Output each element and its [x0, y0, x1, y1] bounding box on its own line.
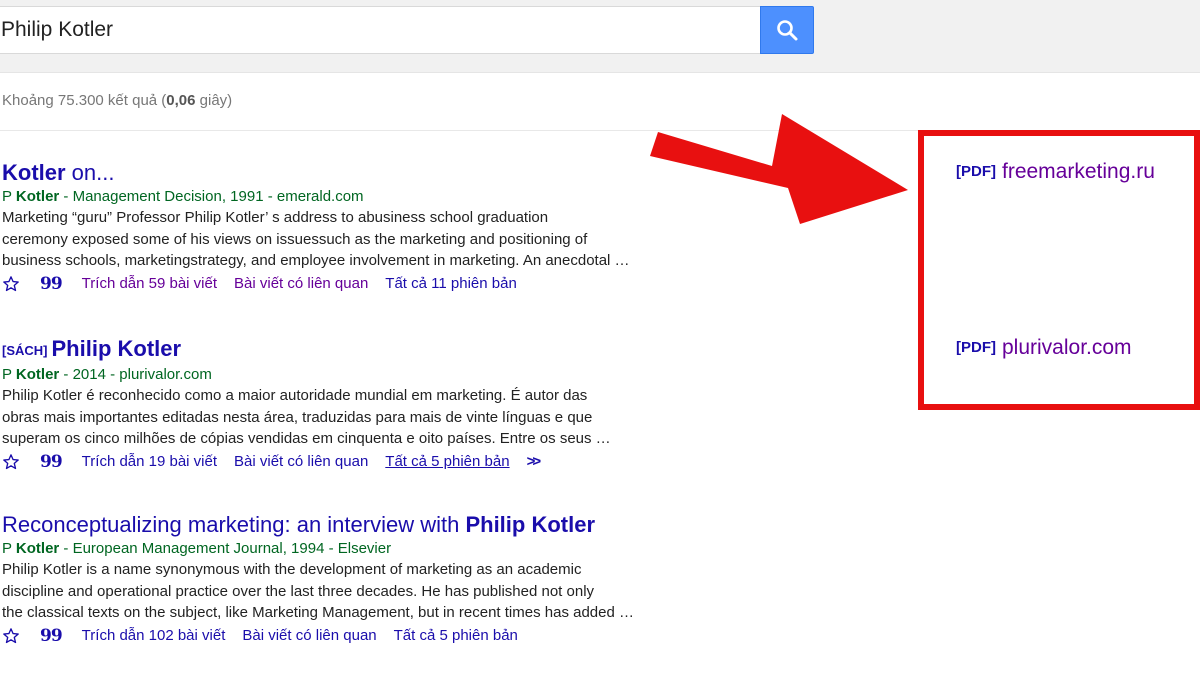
- search-result: Reconceptualizing marketing: an intervie…: [2, 512, 782, 647]
- double-chevron-icon[interactable]: >>: [527, 451, 541, 473]
- result-snippet: Philip Kotler is a name synonymous with …: [2, 561, 634, 621]
- highlight-box: [918, 130, 1200, 410]
- cite-quote-icon[interactable]: 99: [40, 273, 63, 295]
- search-icon: [777, 20, 798, 41]
- result-title-link[interactable]: Reconceptualizing marketing: an intervie…: [2, 512, 782, 538]
- related-articles-link[interactable]: Bài viết có liên quan: [234, 451, 368, 473]
- all-versions-link[interactable]: Tất cả 11 phiên bản: [385, 273, 516, 295]
- cited-by-link[interactable]: Trích dẫn 19 bài viết: [82, 451, 217, 473]
- cite-quote-icon[interactable]: 99: [40, 625, 63, 647]
- result-title-link[interactable]: [SÁCH] Philip Kotler: [2, 336, 782, 364]
- search-result: [SÁCH] Philip Kotler P Kotler - 2014 - pl…: [2, 336, 782, 473]
- search-input[interactable]: [1, 7, 741, 53]
- save-star-icon[interactable]: [2, 453, 20, 471]
- result-meta: P Kotler - 2014 - plurivalor.com: [2, 366, 212, 383]
- save-star-icon[interactable]: [2, 275, 20, 293]
- save-star-icon[interactable]: [2, 627, 20, 645]
- related-articles-link[interactable]: Bài viết có liên quan: [234, 273, 368, 295]
- result-stats: Khoảng 75.300 kết quả (0,06 giây): [2, 92, 233, 109]
- result-meta: P Kotler - European Management Journal, …: [2, 540, 392, 557]
- result-actions: 99 Trích dẫn 19 bài viết Bài viết có liê…: [2, 451, 782, 473]
- result-actions: 99 Trích dẫn 102 bài viết Bài viết có li…: [2, 625, 782, 647]
- related-articles-link[interactable]: Bài viết có liên quan: [242, 625, 376, 647]
- search-box[interactable]: [0, 6, 760, 54]
- all-versions-link[interactable]: Tất cả 5 phiên bản: [385, 451, 509, 473]
- cite-quote-icon[interactable]: 99: [40, 451, 63, 473]
- cited-by-link[interactable]: Trích dẫn 102 bài viết: [82, 625, 226, 647]
- search-button[interactable]: [760, 6, 814, 54]
- all-versions-link[interactable]: Tất cả 5 phiên bản: [394, 625, 518, 647]
- cited-by-link[interactable]: Trích dẫn 59 bài viết: [82, 273, 217, 295]
- search-header: [0, 0, 1200, 73]
- book-tag: [SÁCH]: [2, 343, 48, 358]
- arrow-icon: [650, 114, 908, 224]
- result-actions: 99 Trích dẫn 59 bài viết Bài viết có liê…: [2, 273, 782, 295]
- result-snippet: Philip Kotler é reconhecido como a maior…: [2, 387, 611, 447]
